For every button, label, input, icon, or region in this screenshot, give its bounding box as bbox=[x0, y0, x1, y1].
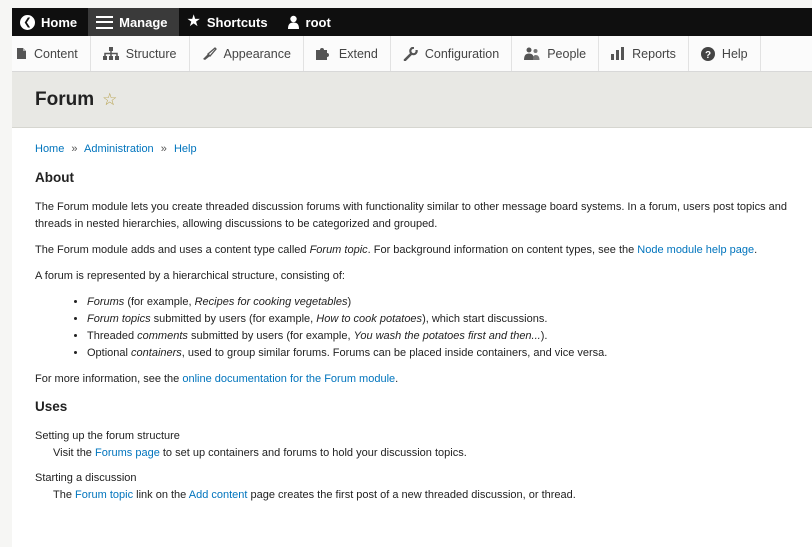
tray-item-structure[interactable]: Structure bbox=[91, 36, 190, 71]
text: Optional bbox=[87, 347, 132, 360]
admin-toolbar: ❮ Home Manage ★ Shortcuts root bbox=[12, 8, 812, 36]
text: ) bbox=[347, 296, 352, 309]
text: The Forum module adds and uses a content… bbox=[35, 244, 310, 257]
emphasis-text: Forums bbox=[87, 296, 125, 309]
browser-frame: ❮ Home Manage ★ Shortcuts root Content S… bbox=[12, 8, 812, 547]
list-item: Forum topics submitted by users (for exa… bbox=[87, 311, 789, 328]
breadcrumb-help[interactable]: Help bbox=[174, 143, 197, 155]
breadcrumb-separator: » bbox=[71, 143, 78, 155]
emphasis-text: containers bbox=[131, 347, 182, 360]
list-item: Forums (for example, Recipes for cooking… bbox=[87, 294, 789, 311]
tray-item-extend[interactable]: Extend bbox=[304, 36, 391, 71]
text: ), which start discussions. bbox=[422, 313, 548, 326]
text: , used to group similar forums. Forums c… bbox=[181, 347, 608, 360]
breadcrumb-administration[interactable]: Administration bbox=[84, 143, 154, 155]
emphasis-text: You wash the potatoes first and then... bbox=[353, 330, 541, 343]
text: For more information, see the bbox=[35, 373, 183, 386]
text: submitted by users (for example, bbox=[150, 313, 317, 326]
breadcrumb: Home » Administration » Help bbox=[35, 141, 789, 158]
tray-item-reports-label: Reports bbox=[632, 46, 676, 61]
document-icon bbox=[16, 47, 27, 60]
breadcrumb-separator: » bbox=[160, 143, 167, 155]
uses-item-title: Setting up the forum structure bbox=[35, 430, 180, 443]
forum-structure-list: Forums (for example, Recipes for cooking… bbox=[35, 294, 789, 362]
text: . For background information on content … bbox=[367, 244, 638, 257]
tray-item-configuration[interactable]: Configuration bbox=[391, 36, 513, 71]
page-title-region: Forum ☆ bbox=[12, 72, 812, 128]
uses-heading: Uses bbox=[35, 399, 68, 415]
text: . bbox=[395, 373, 399, 386]
toolbar-user-label: root bbox=[305, 14, 331, 30]
online-documentation-link[interactable]: online documentation for the Forum modul… bbox=[182, 373, 395, 385]
svg-text:?: ? bbox=[705, 50, 711, 61]
tray-item-extend-label: Extend bbox=[338, 46, 378, 61]
text: submitted by users (for example, bbox=[187, 330, 354, 343]
tray-item-appearance-label: Appearance bbox=[223, 46, 291, 61]
tray-item-appearance[interactable]: Appearance bbox=[190, 36, 304, 71]
text: to set up containers and forums to hold … bbox=[159, 447, 467, 460]
tray-item-help-label: Help bbox=[721, 46, 748, 61]
about-paragraph-2: The Forum module adds and uses a content… bbox=[35, 242, 789, 259]
tray-item-content-label: Content bbox=[34, 46, 78, 61]
node-module-help-link[interactable]: Node module help page bbox=[637, 244, 754, 256]
people-icon bbox=[524, 47, 540, 60]
text: The bbox=[53, 489, 76, 502]
sitemap-icon bbox=[102, 47, 119, 60]
list-item: Optional containers, used to group simil… bbox=[87, 345, 789, 362]
text: ). bbox=[540, 330, 548, 343]
home-icon: ❮ bbox=[20, 14, 35, 30]
emphasis-text: Forum topic bbox=[309, 244, 368, 257]
toolbar-manage-label: Manage bbox=[119, 14, 168, 30]
toolbar-shortcuts-label: Shortcuts bbox=[206, 14, 268, 30]
add-content-link[interactable]: Add content bbox=[189, 489, 248, 501]
menu-icon bbox=[96, 15, 114, 29]
about-heading: About bbox=[35, 170, 74, 186]
emphasis-text: Recipes for cooking vegetables bbox=[194, 296, 348, 309]
tray-item-configuration-label: Configuration bbox=[424, 46, 500, 61]
puzzle-icon bbox=[315, 47, 332, 60]
toolbar-user[interactable]: root bbox=[279, 8, 342, 36]
about-paragraph-1: The Forum module lets you create threade… bbox=[35, 200, 788, 231]
admin-tray: Content Structure Appearance Extend Conf… bbox=[12, 36, 812, 72]
forum-topic-link[interactable]: Forum topic bbox=[75, 489, 133, 501]
about-paragraph-4: For more information, see the online doc… bbox=[35, 371, 789, 388]
emphasis-text: Forum topics bbox=[87, 313, 151, 326]
text: link on the bbox=[133, 489, 189, 502]
text: (for example, bbox=[124, 296, 195, 309]
tray-item-help[interactable]: ? Help bbox=[689, 36, 761, 71]
uses-item-description: The Forum topic link on the Add content … bbox=[35, 487, 789, 504]
page-title: Forum bbox=[35, 88, 95, 110]
uses-item-title: Starting a discussion bbox=[35, 472, 137, 485]
paintbrush-icon bbox=[202, 47, 217, 60]
forums-page-link[interactable]: Forums page bbox=[95, 447, 160, 459]
shortcut-star-icon[interactable]: ☆ bbox=[102, 91, 117, 108]
tray-item-people-label: People bbox=[547, 46, 587, 61]
toolbar-manage[interactable]: Manage bbox=[88, 8, 179, 36]
user-icon bbox=[287, 15, 300, 29]
breadcrumb-home[interactable]: Home bbox=[35, 143, 64, 155]
tray-item-reports[interactable]: Reports bbox=[599, 36, 689, 71]
emphasis-text: comments bbox=[137, 330, 188, 343]
emphasis-text: How to cook potatoes bbox=[316, 313, 423, 326]
text: page creates the first post of a new thr… bbox=[247, 489, 576, 502]
toolbar-shortcuts[interactable]: ★ Shortcuts bbox=[179, 8, 279, 36]
tray-item-people[interactable]: People bbox=[512, 36, 600, 71]
star-icon: ★ bbox=[186, 13, 201, 30]
help-icon: ? bbox=[700, 46, 715, 61]
toolbar-home-label: Home bbox=[41, 14, 78, 30]
uses-item-description: Visit the Forums page to set up containe… bbox=[35, 445, 789, 462]
tray-item-content[interactable]: Content bbox=[12, 36, 91, 71]
text: Threaded bbox=[87, 330, 138, 343]
bar-chart-icon bbox=[611, 47, 625, 60]
toolbar-home[interactable]: ❮ Home bbox=[12, 8, 88, 36]
main-content: Home » Administration » Help About The F… bbox=[12, 128, 812, 505]
wrench-icon bbox=[403, 46, 418, 61]
text: Visit the bbox=[53, 447, 95, 460]
list-item: Threaded comments submitted by users (fo… bbox=[87, 328, 789, 345]
text: . bbox=[754, 244, 758, 257]
tray-item-structure-label: Structure bbox=[125, 46, 177, 61]
about-paragraph-3: A forum is represented by a hierarchical… bbox=[35, 270, 345, 283]
